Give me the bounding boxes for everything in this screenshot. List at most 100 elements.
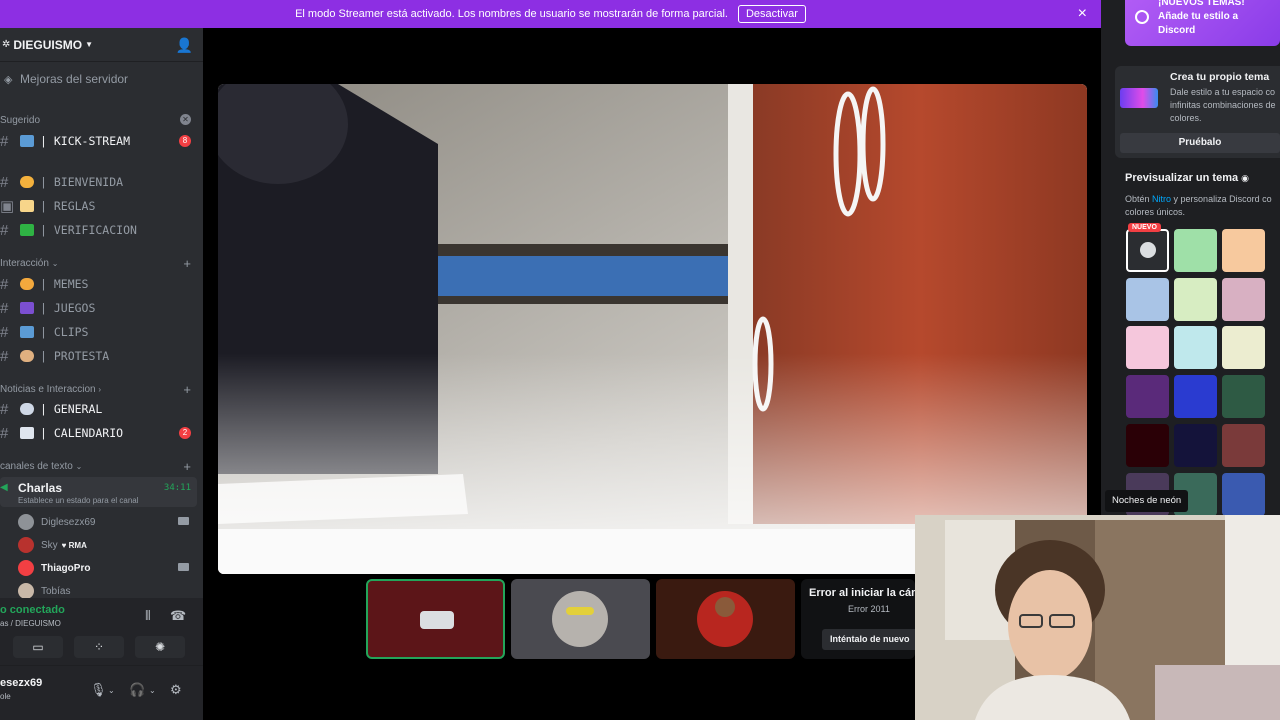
activities-button[interactable]: ⁘: [74, 636, 124, 658]
account-status: ole: [0, 692, 11, 701]
avatar-face: [715, 597, 735, 617]
server-name: DIEGUISMO: [13, 37, 83, 52]
theme-swatch[interactable]: [1174, 424, 1217, 467]
try-button[interactable]: Pruébalo: [1120, 133, 1280, 153]
voice-user[interactable]: ThiagoPro: [18, 558, 193, 578]
channel-bienvenida[interactable]: # | BIENVENIDA: [0, 170, 203, 194]
category-suggested[interactable]: Sugerido: [0, 115, 203, 126]
microphone-icon[interactable]: 🎙: [90, 682, 107, 698]
theme-swatch[interactable]: [1222, 473, 1265, 516]
category-label: Interacción: [0, 258, 49, 269]
voice-channel-charlas[interactable]: ◀ Charlas Establece un estado para el ca…: [0, 477, 197, 507]
hash-icon: #: [0, 132, 9, 150]
headphones-icon[interactable]: 🎧: [129, 682, 145, 698]
gear-icon[interactable]: ⚙: [170, 682, 182, 698]
avatar: [697, 591, 753, 647]
theme-swatch[interactable]: [1174, 229, 1217, 272]
camera-icon: [420, 611, 454, 629]
theme-swatch-custom[interactable]: [1126, 229, 1169, 272]
screen-share-button[interactable]: ▭: [13, 636, 63, 658]
theme-swatch[interactable]: [1222, 375, 1265, 418]
boost-icon: ◈: [4, 73, 13, 86]
retry-button[interactable]: Inténtalo de nuevo: [822, 629, 915, 650]
channel-general[interactable]: # | GENERAL: [0, 397, 203, 421]
user-name: Tobías: [41, 585, 71, 597]
channel-protesta[interactable]: # | PROTESTA: [0, 344, 203, 368]
participant-tile[interactable]: [656, 579, 795, 659]
chevron-down-icon[interactable]: ⌄: [149, 686, 156, 695]
server-boost-item[interactable]: ◈ Mejoras del servidor: [0, 62, 203, 96]
channel-verificacion[interactable]: # | VERIFICACION: [0, 218, 203, 242]
voice-connected-label[interactable]: o conectado: [0, 604, 65, 616]
category-interaction[interactable]: Interacción ⌄ +: [0, 256, 203, 271]
chevron-down-icon: ⌄: [51, 259, 59, 268]
theme-swatch[interactable]: [1126, 424, 1169, 467]
channel-memes[interactable]: # | MEMES: [0, 272, 203, 296]
wave-emoji-icon: [20, 176, 34, 188]
channel-label: | JUEGOS: [40, 301, 96, 315]
channel-kick-stream[interactable]: # | KICK-STREAM 8: [0, 129, 203, 153]
category-text-channels[interactable]: canales de texto ⌄ +: [0, 459, 203, 474]
theme-swatch[interactable]: [1222, 326, 1265, 369]
create-theme-description: Dale estilo a tu espacio co infinitas co…: [1170, 87, 1276, 123]
theme-swatch[interactable]: [1222, 229, 1265, 272]
channel-label: | GENERAL: [40, 402, 103, 416]
add-channel-icon[interactable]: +: [183, 459, 191, 474]
chevron-right-icon: ›: [98, 385, 102, 394]
dismiss-suggested-icon[interactable]: ✕: [180, 114, 191, 125]
deactivate-button[interactable]: Desactivar: [737, 5, 806, 23]
mention-badge: 2: [179, 427, 191, 439]
voice-user[interactable]: Diglesezx69: [18, 512, 193, 532]
voice-user[interactable]: Sky ♥ RMA: [18, 535, 193, 555]
soundboard-button[interactable]: ✺: [135, 636, 185, 658]
heart-icon: ♥: [61, 540, 69, 550]
main-video-feed[interactable]: [218, 84, 1087, 574]
add-channel-icon[interactable]: +: [183, 256, 191, 271]
participant-tile[interactable]: [511, 579, 650, 659]
hash-icon: #: [0, 400, 9, 418]
hash-icon: #: [0, 424, 9, 442]
nitro-icon: ◉: [1241, 173, 1250, 183]
theme-swatch[interactable]: [1126, 278, 1169, 321]
theme-swatch[interactable]: [1222, 278, 1265, 321]
channel-juegos[interactable]: # | JUEGOS: [0, 296, 203, 320]
account-name[interactable]: esezx69: [0, 677, 42, 689]
channel-clips[interactable]: # | CLIPS: [0, 320, 203, 344]
hash-icon: #: [0, 347, 9, 365]
avatar: [18, 514, 34, 530]
mention-badge: 8: [179, 135, 191, 147]
chevron-down-icon[interactable]: ⌄: [108, 686, 115, 695]
add-channel-icon[interactable]: +: [183, 382, 191, 397]
error-code: Error 2011: [848, 604, 890, 614]
disconnect-icon[interactable]: ☎: [170, 608, 186, 624]
theme-swatch[interactable]: [1174, 375, 1217, 418]
noise-suppression-icon[interactable]: ⦀: [145, 608, 151, 624]
category-news[interactable]: Noticias e Interaccion › +: [0, 382, 203, 397]
theme-swatch[interactable]: [1174, 278, 1217, 321]
channel-reglas[interactable]: ▣ | REGLAS: [0, 194, 203, 218]
theme-swatch[interactable]: [1126, 326, 1169, 369]
rules-icon: ▣: [0, 198, 15, 215]
nitro-link[interactable]: Nitro: [1152, 194, 1171, 204]
close-icon[interactable]: ×: [1078, 5, 1087, 23]
avatar: [18, 537, 34, 553]
new-themes-banner[interactable]: ¡NUEVOS TEMAS! Añade tu estilo a Discord: [1125, 0, 1280, 46]
hash-icon: #: [0, 323, 9, 341]
theme-swatch[interactable]: [1174, 326, 1217, 369]
user-tag: ♥ RMA: [61, 540, 87, 550]
channel-calendario[interactable]: # | CALENDARIO 2: [0, 421, 203, 445]
webcam-image: [915, 515, 1280, 720]
category-label: canales de texto: [0, 461, 73, 472]
monitor-emoji-icon: [20, 135, 34, 147]
theme-swatch[interactable]: [1222, 424, 1265, 467]
server-header[interactable]: ✲ DIEGUISMO ▼ 👤: [0, 28, 203, 62]
scroll-emoji-icon: [20, 200, 34, 212]
voice-channel-status[interactable]: Establece un estado para el canal: [18, 496, 139, 505]
preview-theme-description: Obtén Nitro y personaliza Discord co col…: [1125, 194, 1272, 217]
theme-swatch[interactable]: [1126, 375, 1169, 418]
participant-tile-self[interactable]: [366, 579, 505, 659]
add-user-icon[interactable]: 👤: [176, 37, 193, 54]
voice-channel-name: Charlas: [18, 481, 63, 495]
voice-channel-timer: 34:11: [163, 483, 191, 493]
channel-label: | REGLAS: [40, 199, 96, 213]
